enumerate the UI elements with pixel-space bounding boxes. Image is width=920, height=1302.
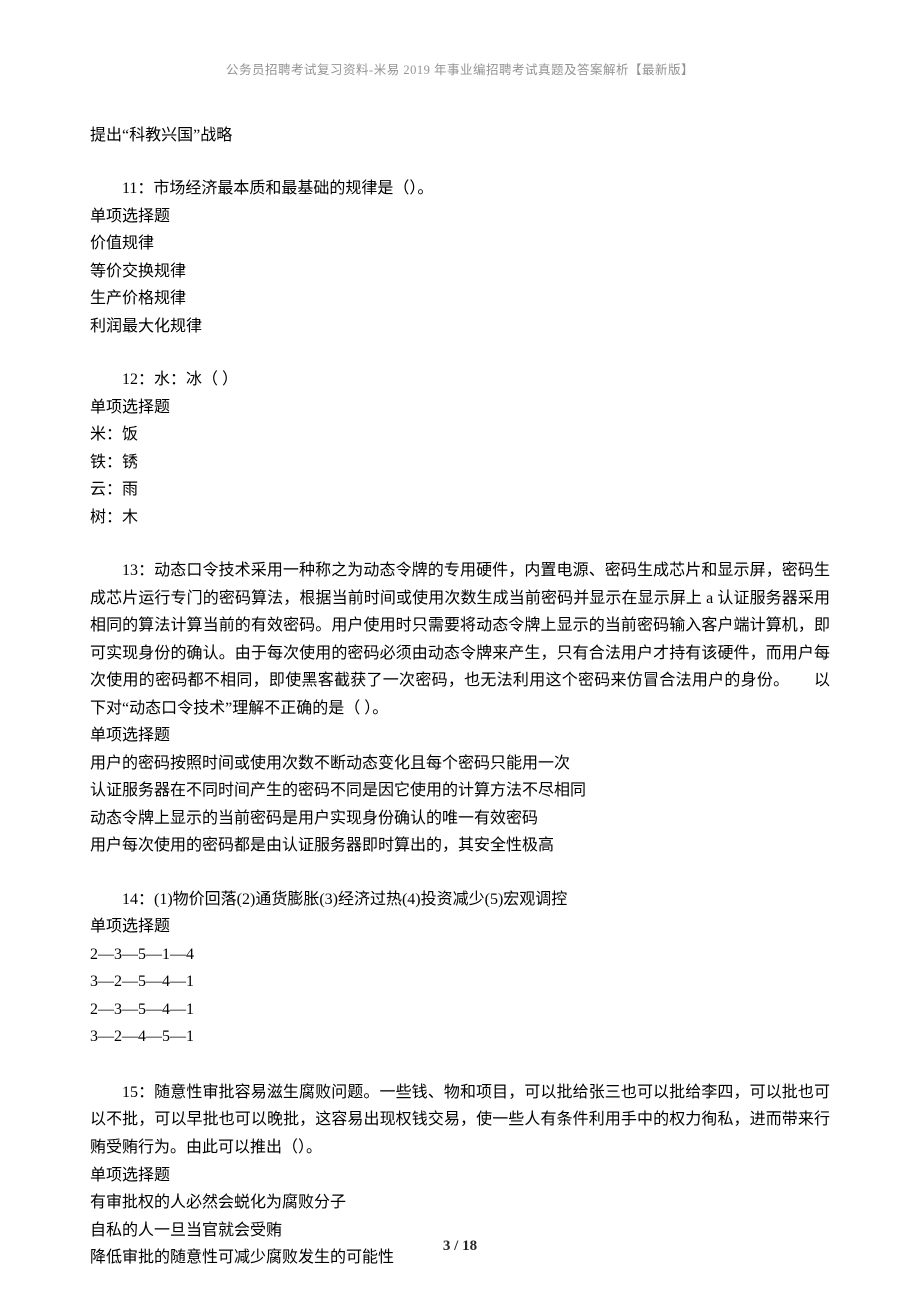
question-stem: 15：随意性审批容易滋生腐败问题。一些钱、物和项目，可以批给张三也可以批给李四，… bbox=[90, 1079, 830, 1162]
option: 2—3—5—4—1 bbox=[90, 996, 830, 1024]
question-type: 单项选择题 bbox=[90, 913, 830, 941]
page-number: 3 / 18 bbox=[0, 1234, 920, 1260]
question-stem: 14：(1)物价回落(2)通货膨胀(3)经济过热(4)投资减少(5)宏观调控 bbox=[90, 886, 830, 914]
option: 3—2—4—5—1 bbox=[90, 1023, 830, 1051]
question-stem: 12：水：冰（ ） bbox=[90, 366, 830, 394]
option: 米：饭 bbox=[90, 421, 830, 449]
question-type: 单项选择题 bbox=[90, 203, 830, 231]
question-type: 单项选择题 bbox=[90, 722, 830, 750]
option: 生产价格规律 bbox=[90, 285, 830, 313]
option: 铁：锈 bbox=[90, 449, 830, 477]
question-14: 14：(1)物价回落(2)通货膨胀(3)经济过热(4)投资减少(5)宏观调控 单… bbox=[90, 886, 830, 1051]
option: 用户的密码按照时间或使用次数不断动态变化且每个密码只能用一次 bbox=[90, 750, 830, 778]
prelude-text: 提出“科教兴国”战略 bbox=[90, 122, 830, 150]
question-13: 13：动态口令技术采用一种称之为动态令牌的专用硬件，内置电源、密码生成芯片和显示… bbox=[90, 557, 830, 860]
option: 有审批权的人必然会蜕化为腐败分子 bbox=[90, 1189, 830, 1217]
question-12: 12：水：冰（ ） 单项选择题 米：饭 铁：锈 云：雨 树：木 bbox=[90, 366, 830, 531]
option: 利润最大化规律 bbox=[90, 313, 830, 341]
question-type: 单项选择题 bbox=[90, 1162, 830, 1190]
option: 等价交换规律 bbox=[90, 258, 830, 286]
page-header: 公务员招聘考试复习资料-米易 2019 年事业编招聘考试真题及答案解析【最新版】 bbox=[90, 60, 830, 82]
document-page: 公务员招聘考试复习资料-米易 2019 年事业编招聘考试真题及答案解析【最新版】… bbox=[0, 0, 920, 1302]
option: 3—2—5—4—1 bbox=[90, 968, 830, 996]
question-stem: 11：市场经济最本质和最基础的规律是（）。 bbox=[90, 175, 830, 203]
question-type: 单项选择题 bbox=[90, 394, 830, 422]
option: 认证服务器在不同时间产生的密码不同是因它使用的计算方法不尽相同 bbox=[90, 777, 830, 805]
question-stem: 13：动态口令技术采用一种称之为动态令牌的专用硬件，内置电源、密码生成芯片和显示… bbox=[90, 557, 830, 722]
question-11: 11：市场经济最本质和最基础的规律是（）。 单项选择题 价值规律 等价交换规律 … bbox=[90, 175, 830, 340]
option: 用户每次使用的密码都是由认证服务器即时算出的，其安全性极高 bbox=[90, 832, 830, 860]
option: 动态令牌上显示的当前密码是用户实现身份确认的唯一有效密码 bbox=[90, 805, 830, 833]
option: 树：木 bbox=[90, 504, 830, 532]
option: 云：雨 bbox=[90, 476, 830, 504]
option: 2—3—5—1—4 bbox=[90, 941, 830, 969]
option: 价值规律 bbox=[90, 230, 830, 258]
